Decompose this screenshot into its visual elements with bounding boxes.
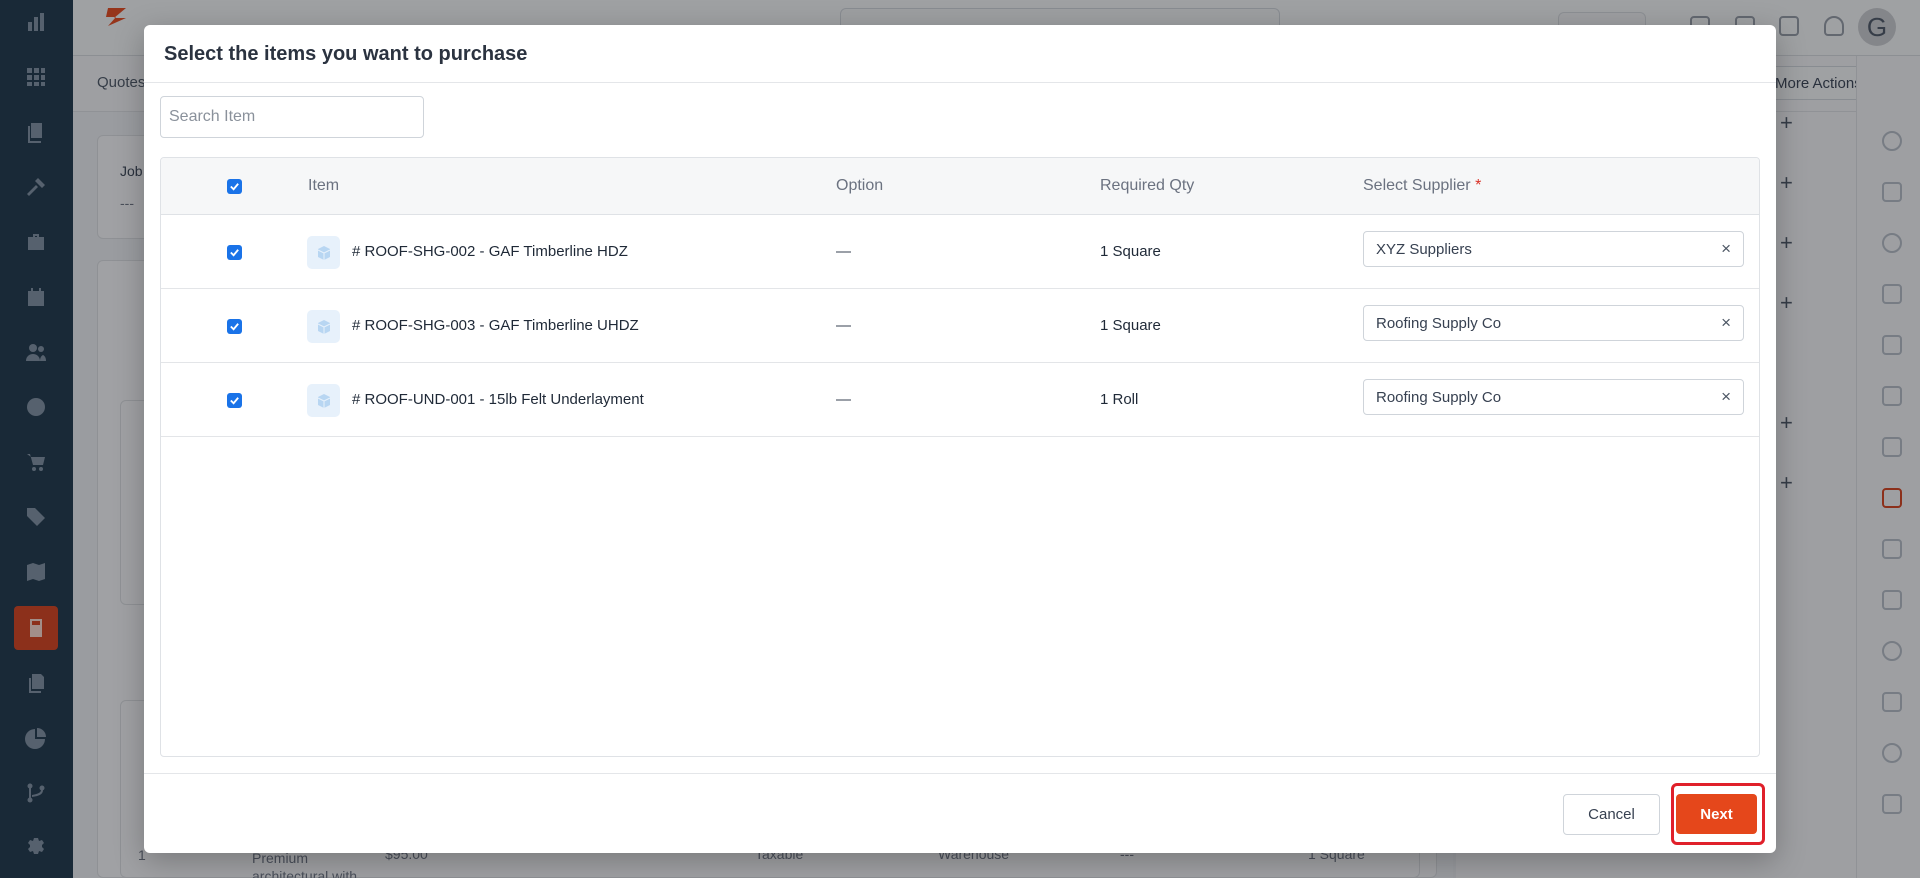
purchase-items-modal: Select the items you want to purchase It…	[144, 25, 1776, 853]
item-name: # ROOF-UND-001 - 15lb Felt Underlayment	[352, 391, 644, 408]
supplier-select[interactable]: XYZ Suppliers ×	[1363, 231, 1744, 267]
column-header-required-qty: Required Qty	[1100, 177, 1195, 194]
column-header-option: Option	[836, 177, 884, 194]
required-marker: *	[1475, 177, 1482, 194]
select-all-checkbox[interactable]	[227, 179, 242, 194]
clear-supplier-icon[interactable]: ×	[1721, 387, 1731, 407]
supplier-value: Roofing Supply Co	[1376, 315, 1502, 332]
table-row: # ROOF-UND-001 - 15lb Felt Underlayment …	[161, 363, 1759, 437]
item-option: —	[836, 391, 851, 408]
item-name: # ROOF-SHG-002 - GAF Timberline HDZ	[352, 243, 628, 260]
search-item-input[interactable]	[160, 96, 424, 138]
check-icon	[230, 397, 239, 405]
check-icon	[230, 249, 239, 257]
items-table: Item Option Required Qty Select Supplier…	[160, 157, 1760, 757]
supplier-select[interactable]: Roofing Supply Co ×	[1363, 305, 1744, 341]
column-header-item: Item	[308, 177, 340, 194]
item-required-qty: 1 Square	[1100, 243, 1161, 260]
supplier-value: Roofing Supply Co	[1376, 389, 1502, 406]
modal-footer: Cancel Next	[144, 773, 1776, 853]
item-required-qty: 1 Roll	[1100, 391, 1139, 408]
clear-supplier-icon[interactable]: ×	[1721, 239, 1731, 259]
clear-supplier-icon[interactable]: ×	[1721, 313, 1731, 333]
table-header: Item Option Required Qty Select Supplier…	[161, 158, 1759, 215]
modal-title: Select the items you want to purchase	[164, 43, 528, 65]
product-box-icon	[307, 384, 340, 417]
row-checkbox[interactable]	[227, 319, 242, 334]
supplier-select[interactable]: Roofing Supply Co ×	[1363, 379, 1744, 415]
cancel-button[interactable]: Cancel	[1563, 794, 1660, 835]
next-button[interactable]: Next	[1676, 794, 1757, 834]
modal-header: Select the items you want to purchase	[144, 25, 1776, 83]
item-option: —	[836, 317, 851, 334]
table-row: # ROOF-SHG-002 - GAF Timberline HDZ — 1 …	[161, 215, 1759, 289]
product-box-icon	[307, 310, 340, 343]
table-row: # ROOF-SHG-003 - GAF Timberline UHDZ — 1…	[161, 289, 1759, 363]
row-checkbox[interactable]	[227, 245, 242, 260]
select-supplier-label: Select Supplier	[1363, 177, 1471, 194]
item-name: # ROOF-SHG-003 - GAF Timberline UHDZ	[352, 317, 639, 334]
item-option: —	[836, 243, 851, 260]
check-icon	[230, 323, 239, 331]
supplier-value: XYZ Suppliers	[1376, 241, 1472, 258]
column-header-select-supplier: Select Supplier *	[1363, 177, 1481, 195]
check-icon	[230, 183, 239, 191]
product-box-icon	[307, 236, 340, 269]
row-checkbox[interactable]	[227, 393, 242, 408]
item-required-qty: 1 Square	[1100, 317, 1161, 334]
